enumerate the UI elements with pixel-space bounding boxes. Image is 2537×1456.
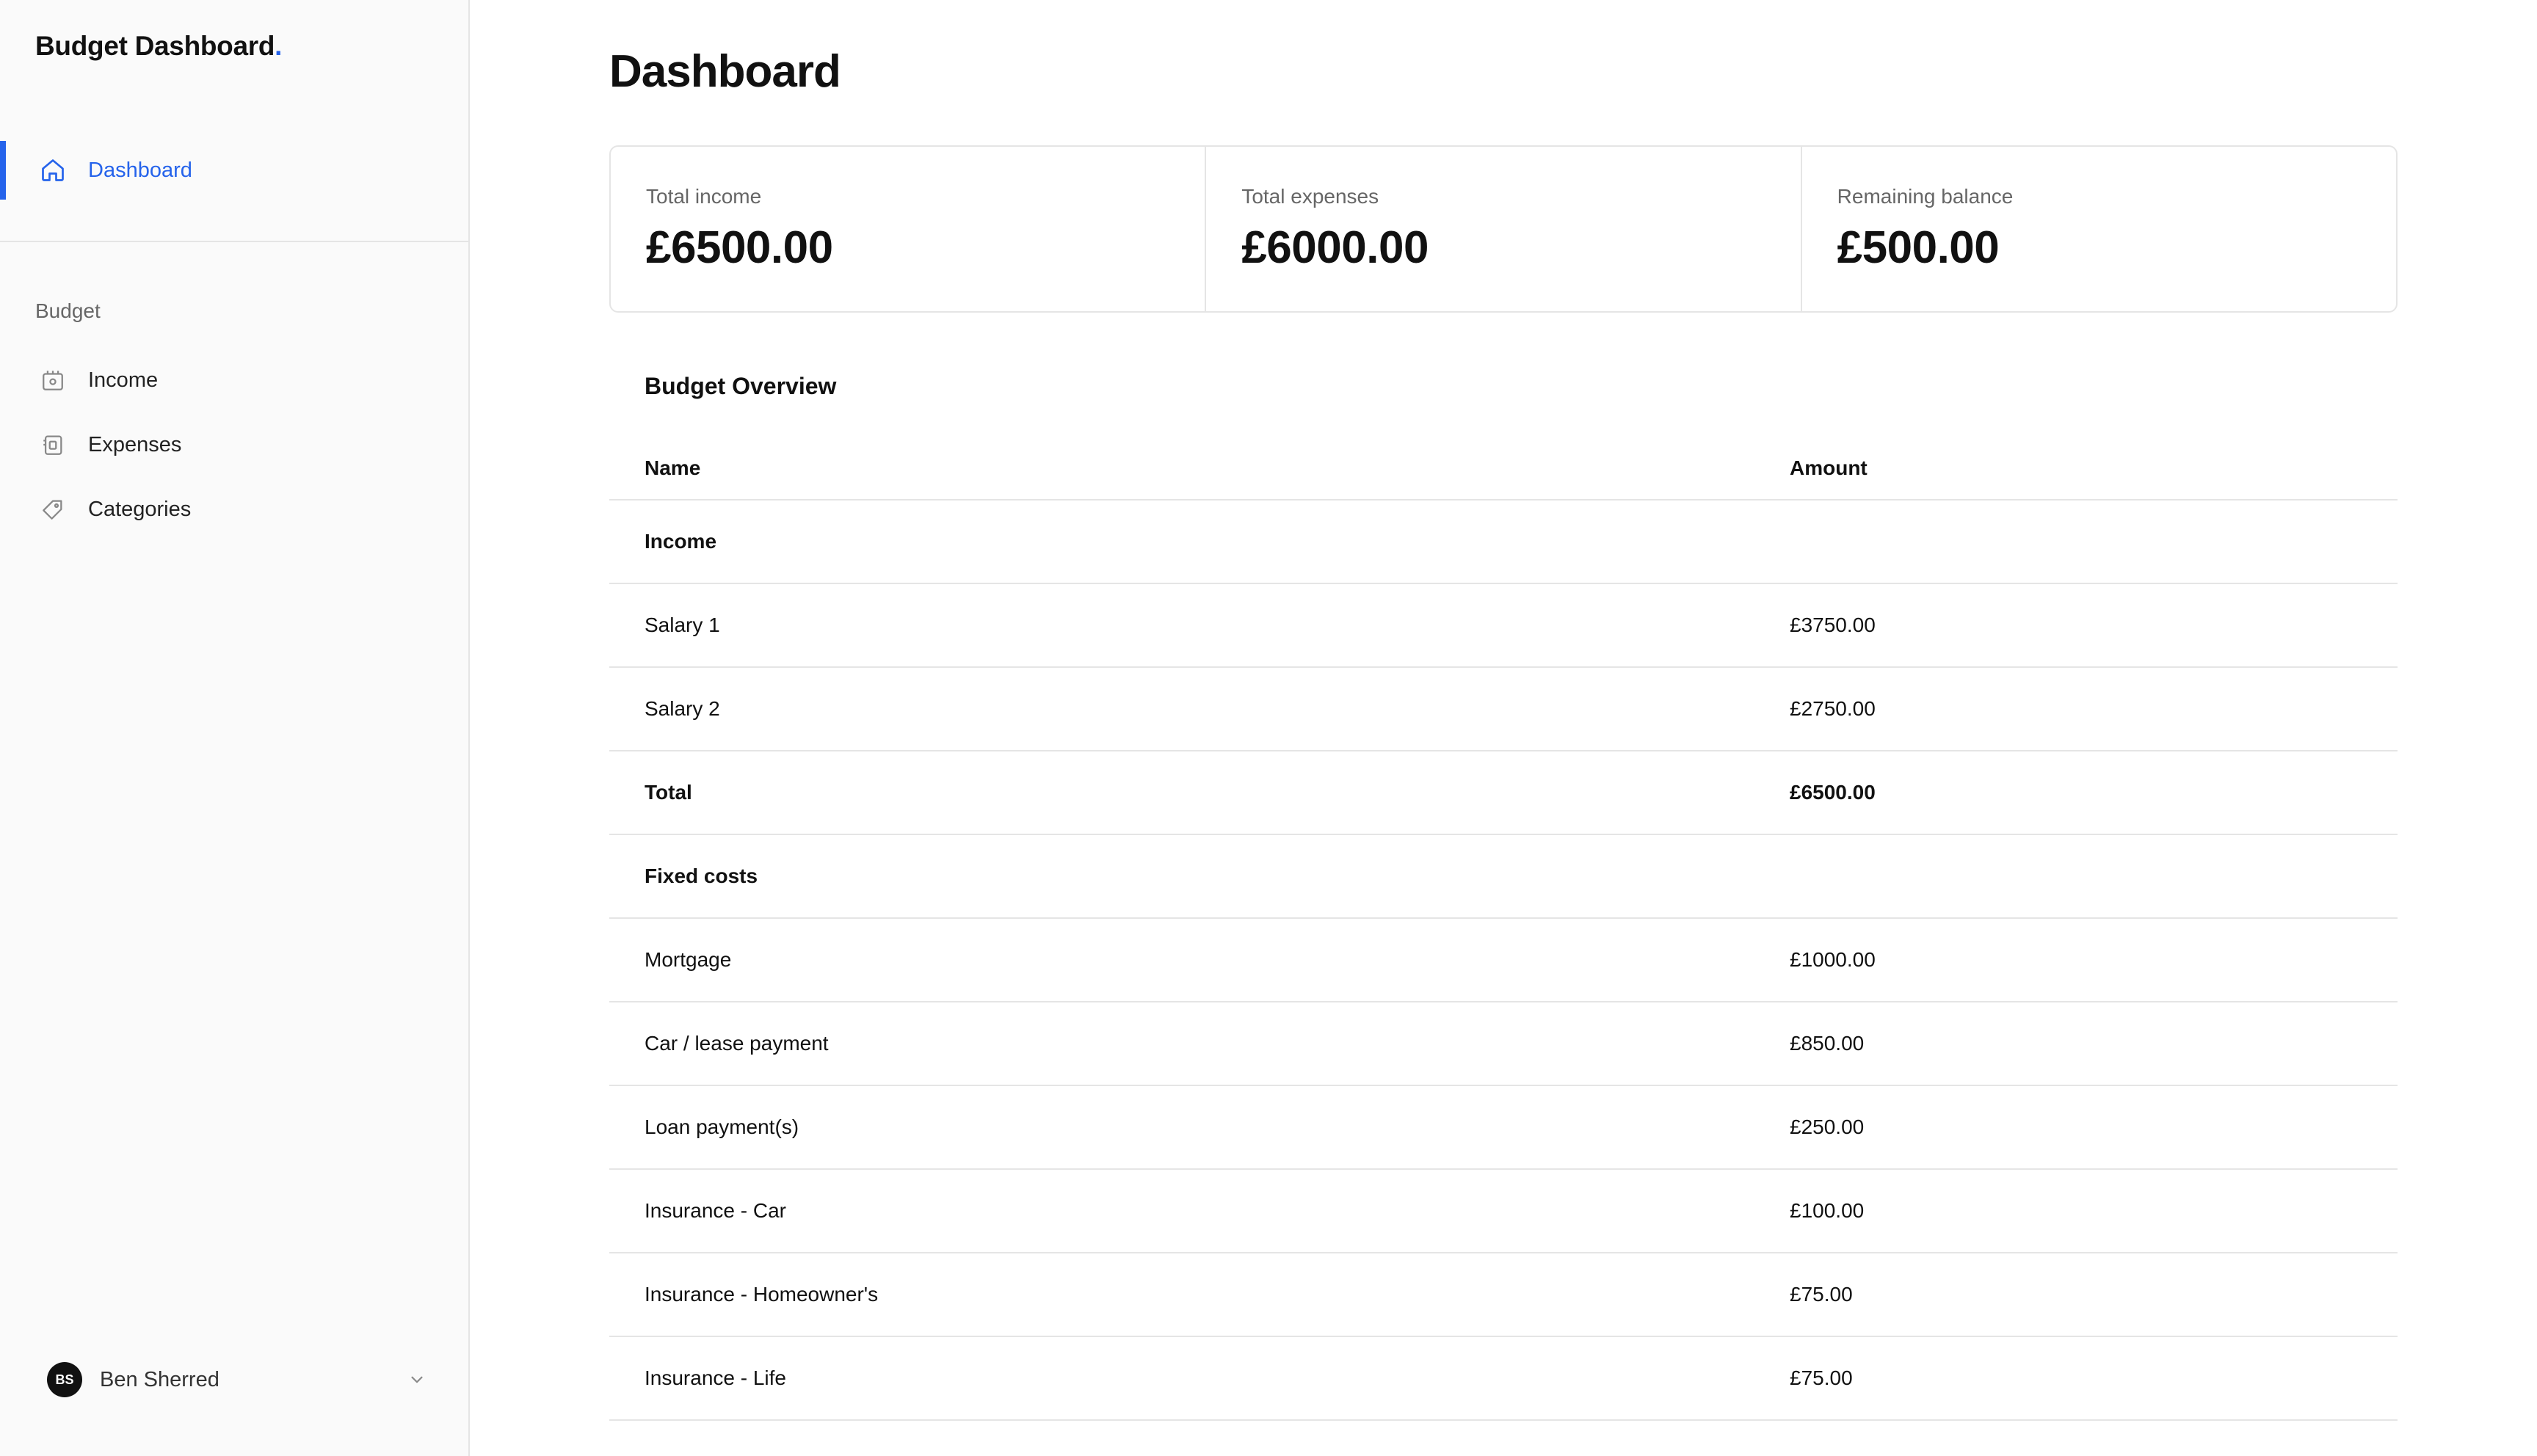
cell-amount: £100.00 <box>1790 1199 1865 1222</box>
stat-label: Remaining balance <box>1837 185 2014 208</box>
sidebar-item-label: Categories <box>88 497 192 521</box>
sidebar-item-income[interactable]: Income <box>0 348 468 412</box>
cell-name: Fixed costs <box>645 864 758 887</box>
primary-nav: Dashboard <box>0 141 468 200</box>
app-root: Budget Dashboard. Dashboard Budget Incom… <box>0 0 2537 1456</box>
stat-label: Total income <box>646 185 762 208</box>
stat-total-expenses: Total expenses £6000.00 <box>1206 147 1802 311</box>
page-title: Dashboard <box>609 46 841 97</box>
sidebar-item-label: Dashboard <box>88 158 192 182</box>
sidebar-item-label: Expenses <box>88 432 182 456</box>
stat-value: £6000.00 <box>1241 222 1429 273</box>
cell-amount: £2750.00 <box>1790 697 1876 720</box>
sidebar-item-expenses[interactable]: Expenses <box>0 412 468 477</box>
cell-amount: £6500.00 <box>1790 781 1876 804</box>
cell-name: Income <box>645 530 717 553</box>
income-icon <box>38 365 68 395</box>
table-row: Mortgage £1000.00 <box>609 919 2398 1002</box>
cell-amount: £850.00 <box>1790 1032 1865 1055</box>
table-row: Fixed costs <box>609 835 2398 919</box>
table-body: Income Salary 1 £3750.00 Salary 2 £2750.00 To… <box>609 500 2398 1421</box>
sidebar-item-label: Income <box>88 368 159 392</box>
stat-label: Total expenses <box>1241 185 1379 208</box>
cell-amount: £75.00 <box>1790 1366 1853 1389</box>
table-row: Salary 2 £2750.00 <box>609 668 2398 751</box>
brand-dot: . <box>275 31 283 61</box>
table-row: Insurance - Car £100.00 <box>609 1170 2398 1253</box>
user-menu[interactable]: BS Ben Sherred <box>47 1361 429 1399</box>
table-row: Loan payment(s) £250.00 <box>609 1086 2398 1170</box>
table-row: Insurance - Homeowner's £75.00 <box>609 1253 2398 1337</box>
stat-value: £500.00 <box>1837 222 2000 273</box>
brand-text: Budget Dashboard <box>35 31 275 61</box>
cell-amount: £3750.00 <box>1790 614 1876 636</box>
table-header: Name Amount <box>609 437 2398 500</box>
budget-overview-table: Name Amount Income Salary 1 £3750.00 Salary… <box>609 437 2398 1421</box>
stat-total-income: Total income £6500.00 <box>611 147 1207 311</box>
sidebar-divider <box>0 241 468 242</box>
stat-value: £6500.00 <box>646 222 833 273</box>
cell-name: Salary 2 <box>645 697 720 720</box>
chevron-down-icon[interactable] <box>405 1368 429 1391</box>
user-name: Ben Sherred <box>100 1367 219 1391</box>
expenses-icon <box>38 430 68 459</box>
sidebar: Budget Dashboard. Dashboard Budget Incom… <box>0 0 470 1456</box>
cell-amount: £250.00 <box>1790 1115 1865 1138</box>
stats-panel: Total income £6500.00 Total expenses £60… <box>609 145 2398 313</box>
cell-name: Mortgage <box>645 948 732 971</box>
cell-name: Insurance - Homeowner's <box>645 1283 879 1306</box>
cell-name: Car / lease payment <box>645 1032 829 1055</box>
home-icon <box>38 156 68 185</box>
brand-title[interactable]: Budget Dashboard. <box>35 31 282 62</box>
main-content: Dashboard Total income £6500.00 Total ex… <box>470 0 2537 1456</box>
table-row: Car / lease payment £850.00 <box>609 1002 2398 1086</box>
cell-name: Total <box>645 781 692 804</box>
cell-name: Insurance - Life <box>645 1366 786 1389</box>
cell-name: Insurance - Car <box>645 1199 786 1222</box>
stat-remaining-balance: Remaining balance £500.00 <box>1802 147 2396 311</box>
sidebar-item-dashboard[interactable]: Dashboard <box>0 141 468 200</box>
section-label-budget: Budget <box>35 299 101 322</box>
cell-amount: £1000.00 <box>1790 948 1876 971</box>
cell-amount: £75.00 <box>1790 1283 1853 1306</box>
sidebar-item-categories[interactable]: Categories <box>0 477 468 542</box>
tag-icon <box>38 495 68 524</box>
cell-name: Salary 1 <box>645 614 720 636</box>
column-header-amount: Amount <box>1790 456 1868 479</box>
cell-name: Loan payment(s) <box>645 1115 799 1138</box>
avatar: BS <box>47 1362 82 1397</box>
budget-overview-title: Budget Overview <box>645 373 837 399</box>
table-row: Income <box>609 500 2398 584</box>
table-row: Insurance - Life £75.00 <box>609 1337 2398 1421</box>
column-header-name: Name <box>645 456 701 479</box>
table-row: Salary 1 £3750.00 <box>609 584 2398 668</box>
budget-nav: Income Expenses Categories <box>0 348 468 542</box>
table-row: Total £6500.00 <box>609 751 2398 835</box>
